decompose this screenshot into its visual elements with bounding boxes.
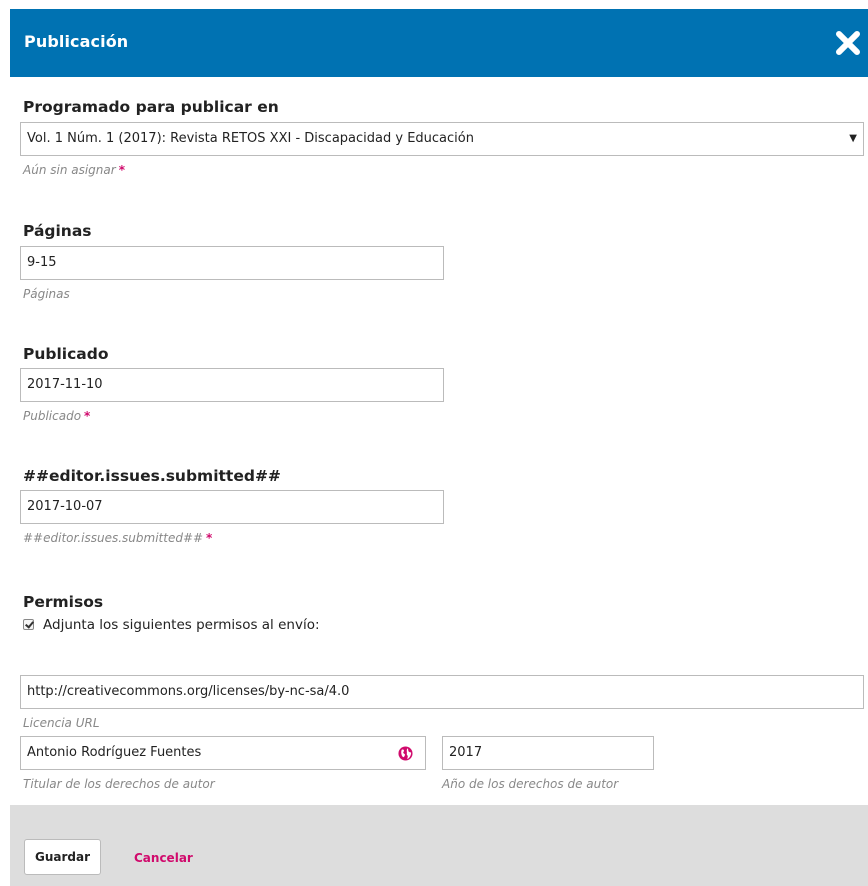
issue-select-value: Vol. 1 Núm. 1 (2017): Revista RETOS XXI … xyxy=(27,131,474,146)
license-url-help: Licencia URL xyxy=(23,716,100,730)
submitted-date-input[interactable]: 2017-10-07 xyxy=(20,490,444,524)
issue-help-text: Aún sin asignar xyxy=(23,163,116,177)
pages-input[interactable]: 9-15 xyxy=(20,246,444,280)
copyright-holder-help: Titular de los derechos de autor xyxy=(23,777,215,791)
chevron-down-icon: ▼ xyxy=(849,133,857,144)
published-date-input[interactable]: 2017-11-10 xyxy=(20,368,444,402)
issue-label: Programado para publicar en xyxy=(23,98,279,116)
license-url-input[interactable]: http://creativecommons.org/licenses/by-n… xyxy=(20,675,864,709)
attach-permissions-checkbox[interactable] xyxy=(23,619,34,630)
attach-permissions-label: Adjunta los siguientes permisos al envío… xyxy=(43,617,320,633)
modal-header: Publicación xyxy=(10,9,868,77)
pages-label: Páginas xyxy=(23,222,92,240)
close-button[interactable] xyxy=(834,29,862,57)
issue-select[interactable]: Vol. 1 Núm. 1 (2017): Revista RETOS XXI … xyxy=(20,122,864,156)
pages-help: Páginas xyxy=(23,287,70,301)
published-help-text: Publicado xyxy=(23,409,82,423)
copyright-holder-input[interactable]: Antonio Rodríguez Fuentes xyxy=(20,736,426,770)
permissions-label: Permisos xyxy=(23,593,104,611)
published-label: Publicado xyxy=(23,345,109,363)
modal-footer: Guardar Cancelar xyxy=(10,805,868,886)
submitted-help-text: ##editor.issues.submitted## xyxy=(23,531,204,545)
published-help: Publicado * xyxy=(23,409,90,423)
cancel-link[interactable]: Cancelar xyxy=(134,851,193,865)
attach-permissions-row[interactable]: Adjunta los siguientes permisos al envío… xyxy=(23,617,320,633)
modal-title: Publicación xyxy=(24,32,129,51)
copyright-year-help: Año de los derechos de autor xyxy=(442,777,619,791)
copyright-holder-value: Antonio Rodríguez Fuentes xyxy=(27,745,202,760)
submitted-help: ##editor.issues.submitted## * xyxy=(23,531,212,545)
issue-help: Aún sin asignar * xyxy=(23,163,125,177)
globe-icon[interactable] xyxy=(398,746,413,761)
copyright-year-input[interactable]: 2017 xyxy=(442,736,654,770)
required-mark: * xyxy=(84,409,91,423)
submitted-label: ##editor.issues.submitted## xyxy=(23,467,281,485)
required-mark: * xyxy=(206,531,213,545)
close-icon xyxy=(836,31,860,55)
save-button[interactable]: Guardar xyxy=(24,839,101,875)
required-mark: * xyxy=(118,163,125,177)
